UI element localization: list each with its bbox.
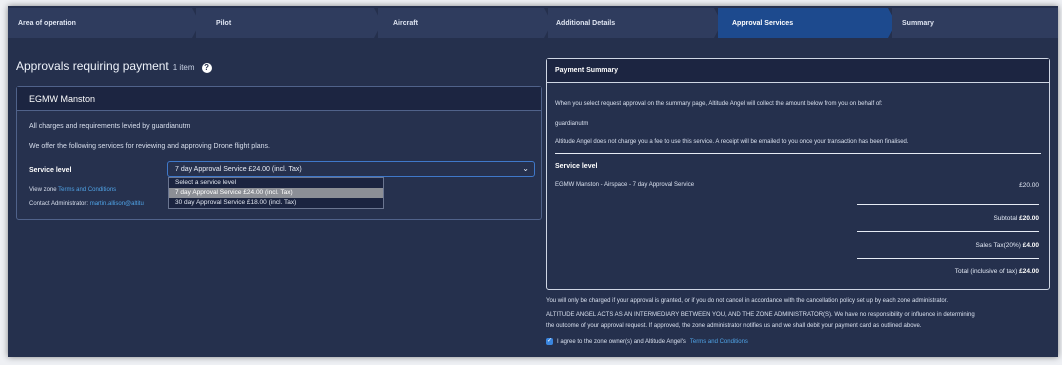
selected-service: 7 day Approval Service £24.00 (incl. Tax… (175, 165, 302, 173)
zone-name: EGMW Manston (29, 93, 96, 104)
contact-label: Contact Administrator: (29, 201, 89, 207)
charges-text: All charges and requirements levied by g… (29, 123, 191, 130)
divider (857, 231, 1039, 232)
payment-summary-card: Payment Summary When you select request … (546, 58, 1050, 290)
total-row: Total (inclusive of tax) £24.00 (955, 268, 1039, 275)
divider (857, 258, 1039, 259)
dropdown-option[interactable]: 30 day Approval Service £18.00 (incl. Ta… (169, 198, 383, 208)
zone-card: EGMW Manston All charges and requirement… (16, 86, 542, 220)
screenshot-frame: Area of operation Pilot Aircraft Additio… (0, 0, 1062, 365)
step-summary[interactable]: Summary (892, 8, 1058, 38)
step-label: Aircraft (393, 19, 418, 27)
dropdown-option[interactable]: Select a service level (169, 178, 383, 188)
subtotal-row: Subtotal £20.00 (993, 215, 1039, 222)
step-aircraft[interactable]: Aircraft (378, 8, 544, 38)
intermediary-note-1: ALTITUDE ANGEL ACTS AS AN INTERMEDIARY B… (546, 312, 975, 318)
line-item-amount: £20.00 (1019, 182, 1039, 189)
item-count: 1 item (172, 63, 195, 72)
step-label: Pilot (216, 19, 232, 27)
total-value: £24.00 (1019, 268, 1039, 275)
step-label: Area of operation (18, 19, 76, 27)
no-fee-text: Altitude Angel does not charge you a fee… (555, 139, 909, 145)
agree-checkbox[interactable]: ✓ (546, 338, 553, 345)
tax-row: Sales Tax(20%) £4.00 (976, 242, 1040, 249)
tax-value: £4.00 (1022, 242, 1039, 249)
help-icon[interactable]: ? (201, 63, 212, 73)
contact-line: Contact Administrator: martin.allison@al… (29, 201, 144, 207)
subtotal-label: Subtotal (993, 215, 1018, 222)
view-zone-label: View zone (29, 187, 57, 193)
step-area-of-operation[interactable]: Area of operation (8, 8, 192, 38)
view-zone-line: View zone Terms and Conditions (29, 187, 116, 193)
step-label: Summary (902, 19, 934, 27)
progress-stepper: Area of operation Pilot Aircraft Additio… (8, 8, 1058, 38)
line-item-description: EGMW Manston - Airspace - 7 day Approval… (555, 182, 695, 188)
terms-link[interactable]: Terms and Conditions (690, 339, 748, 345)
payment-intro: When you select request approval on the … (555, 101, 883, 107)
service-level-select[interactable]: 7 day Approval Service £24.00 (incl. Tax… (167, 161, 535, 177)
step-additional-details[interactable]: Additional Details (548, 8, 714, 38)
service-level-label: Service level (29, 167, 72, 174)
step-label: Additional Details (556, 19, 616, 27)
payment-summary-header: Payment Summary (547, 59, 1049, 83)
chevron-down-icon: ⌄ (522, 164, 529, 173)
subtotal-value: £20.00 (1019, 215, 1039, 222)
agree-label: I agree to the zone owner(s) and Altitud… (557, 338, 686, 345)
page-title: Approvals requiring payment (16, 59, 169, 73)
zone-terms-link[interactable]: Terms and Conditions (58, 187, 116, 193)
intermediary-note-2: the outcome of your approval request. If… (546, 323, 922, 329)
terms-agreement: ✓ I agree to the zone owner(s) and Altit… (546, 338, 748, 345)
payee-name: guardianutm (555, 121, 589, 127)
charge-note: You will only be charged if your approva… (546, 298, 949, 304)
step-approval-services[interactable]: Approval Services (718, 8, 888, 38)
payment-summary-title: Payment Summary (555, 67, 619, 74)
approvals-heading: Approvals requiring payment 1 item ? (16, 59, 212, 73)
offer-text: We offer the following services for revi… (29, 143, 270, 150)
step-pilot[interactable]: Pilot (196, 8, 374, 38)
tax-label: Sales Tax(20%) (975, 242, 1021, 249)
service-level-dropdown: Select a service level 7 day Approval Se… (168, 177, 384, 209)
service-level-heading: Service level (555, 163, 598, 170)
dropdown-option-selected[interactable]: 7 day Approval Service £24.00 (incl. Tax… (169, 188, 383, 198)
step-label: Approval Services (732, 19, 794, 27)
divider (555, 153, 1041, 154)
zone-card-header: EGMW Manston (17, 87, 541, 111)
total-label: Total (inclusive of tax) (954, 268, 1018, 275)
contact-email-link[interactable]: martin.allison@altitu (90, 201, 144, 207)
app-window: Area of operation Pilot Aircraft Additio… (8, 6, 1058, 357)
divider (857, 204, 1039, 205)
